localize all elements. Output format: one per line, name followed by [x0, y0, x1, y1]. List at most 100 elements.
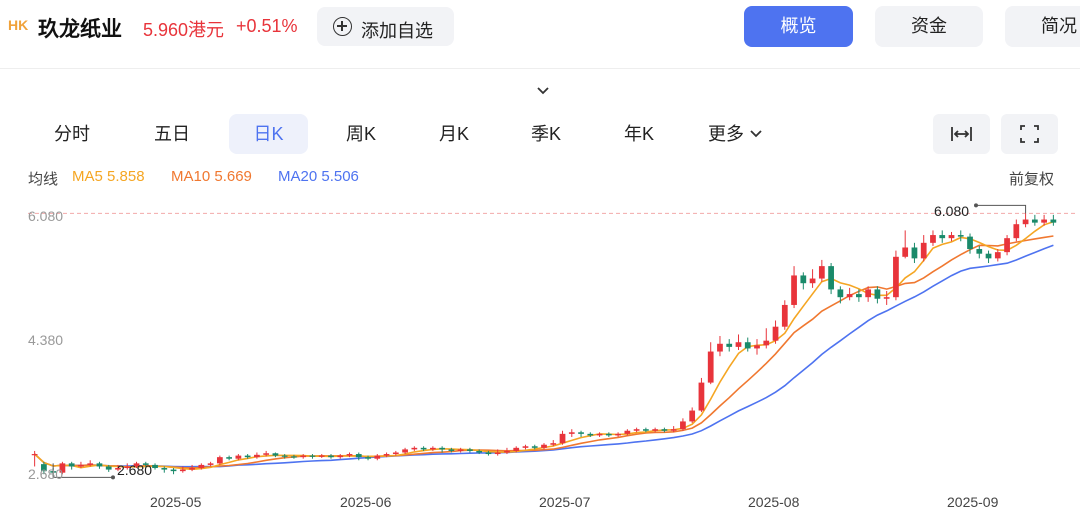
period-tab-intraday[interactable]: 分时	[36, 114, 108, 154]
candle-body	[198, 464, 205, 469]
candle-body	[772, 326, 779, 341]
candle-body	[31, 454, 38, 456]
ma5-line	[34, 220, 1054, 471]
candle-body	[744, 342, 751, 349]
candle-body	[522, 446, 529, 448]
candle-body	[402, 449, 408, 453]
period-tab-weekly[interactable]: 周K	[325, 114, 397, 154]
fit-width-button[interactable]	[933, 114, 990, 154]
tab-funds[interactable]: 资金	[875, 6, 983, 47]
candle-body	[1004, 238, 1010, 253]
candle-body	[170, 469, 177, 472]
candle-body	[1013, 224, 1020, 239]
candle-body	[392, 452, 399, 455]
candle-body	[865, 289, 872, 298]
candle-body	[698, 382, 705, 411]
candle-body	[476, 450, 483, 453]
x-tick-label: 2025-05	[150, 494, 202, 510]
divider	[0, 68, 1080, 69]
stock-header: HK 玖龙纸业 5.960港元 +0.51% 添加自选 概览 资金 简况	[0, 0, 1080, 56]
period-tab-daily[interactable]: 日K	[229, 114, 308, 154]
stock-name: 玖龙纸业	[38, 18, 122, 41]
period-tab-yearly[interactable]: 年K	[603, 114, 675, 154]
candle-body	[291, 456, 297, 458]
candle-body	[689, 410, 696, 422]
candle-body	[513, 447, 520, 451]
market-badge: HK	[8, 17, 29, 33]
candle-body	[643, 429, 649, 431]
x-tick-label: 2025-06	[340, 494, 392, 510]
period-tab-monthly[interactable]: 月K	[418, 114, 490, 154]
ma10-line	[34, 235, 1054, 469]
candle-body	[87, 463, 94, 465]
candle-body	[281, 455, 288, 457]
candle-body	[828, 266, 834, 290]
stats-row-clipped: ​	[0, 56, 1080, 68]
candle-body	[874, 289, 881, 299]
candle-body	[893, 256, 899, 298]
candle-body	[615, 433, 621, 436]
candle-body	[374, 455, 381, 459]
candle-body	[494, 452, 501, 455]
candle-body	[883, 297, 890, 299]
candle-body	[78, 464, 84, 467]
candle-body	[930, 235, 936, 243]
candle-body	[439, 447, 445, 450]
ma20-value: MA20 5.506	[278, 168, 359, 185]
fullscreen-icon	[1020, 125, 1039, 143]
candle-body	[207, 463, 214, 465]
adjust-mode-toggle[interactable]: 前复权	[1009, 168, 1054, 189]
candle-body	[504, 450, 510, 453]
candle-body	[254, 454, 260, 458]
candle-body	[902, 247, 909, 257]
candle-body	[800, 275, 807, 284]
tab-overview[interactable]: 概览	[744, 6, 853, 47]
candle-body	[1050, 219, 1057, 223]
candle-body	[263, 453, 270, 455]
candle-body	[1031, 219, 1038, 223]
candle-body	[818, 266, 825, 279]
tab-brief[interactable]: 简况	[1005, 6, 1080, 47]
period-tab-5day[interactable]: 五日	[136, 114, 208, 154]
period-tab-more[interactable]: 更多	[708, 114, 780, 154]
candle-body	[1041, 219, 1047, 223]
candle-body	[457, 449, 464, 451]
candle-body	[948, 235, 955, 239]
kline-svg[interactable]	[0, 192, 1080, 516]
candle-body	[633, 429, 640, 431]
candle-body	[791, 275, 797, 305]
period-tab-quarterly[interactable]: 季K	[510, 114, 582, 154]
candle-body	[680, 421, 686, 430]
candle-body	[244, 455, 251, 458]
candle-body	[541, 444, 547, 448]
candle-body	[735, 342, 742, 347]
candle-body	[568, 432, 575, 434]
candle-body	[531, 446, 538, 448]
fit-width-icon	[951, 127, 972, 141]
chevron-down-icon	[750, 130, 762, 138]
candle-body	[707, 351, 714, 383]
candle-body	[967, 236, 973, 250]
candle-body	[976, 249, 983, 254]
candle-body	[809, 278, 816, 284]
add-watchlist-button[interactable]: 添加自选	[317, 7, 454, 46]
candle-body	[216, 457, 223, 464]
low-marker-label: 2.680	[117, 462, 153, 478]
candle-body	[309, 455, 316, 457]
candle-body	[939, 235, 946, 239]
fullscreen-button[interactable]	[1001, 114, 1058, 154]
candle-body	[717, 343, 723, 352]
candle-body	[467, 449, 473, 451]
y-tick-label: 4.380	[28, 332, 64, 348]
kline-chart[interactable]: 6.080 4.380 2.680 2025-05 2025-06 2025-0…	[0, 192, 1080, 516]
ma5-value: MA5 5.858	[72, 168, 145, 185]
candle-body	[420, 447, 427, 450]
y-tick-label: 6.080	[28, 208, 64, 224]
candle-body	[226, 457, 232, 459]
plus-circle-icon	[333, 17, 352, 36]
x-tick-label: 2025-09	[947, 494, 999, 510]
candle-body	[485, 452, 492, 455]
candle-body	[346, 454, 353, 456]
candle-body	[328, 455, 334, 458]
chevron-down-icon[interactable]	[536, 84, 550, 98]
